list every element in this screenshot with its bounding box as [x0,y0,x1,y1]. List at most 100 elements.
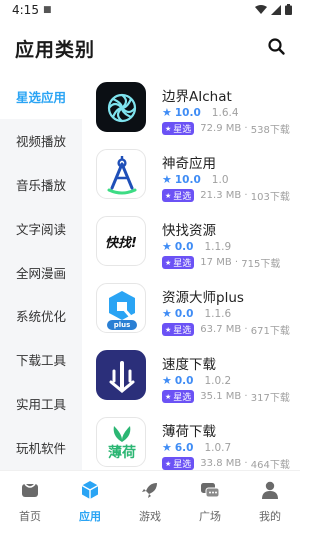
app-meta: ★ 星选 21.3 MB · 103下载 [162,188,290,203]
nav-apps[interactable]: 应用 [60,471,120,533]
home-icon [22,483,38,497]
star-badge-icon: ★ [165,325,172,334]
app-downloads: 715下载 [241,259,281,270]
star-icon: ★ [162,441,172,454]
star-badge-icon: ★ [165,124,172,133]
app-downloads: 671下载 [250,326,290,337]
app-size: 72.9 MB [200,123,242,134]
app-icon [96,350,146,400]
badge-label: 星选 [173,393,192,403]
app-icon-text: 快找! [105,235,137,251]
app-rating: ★ 10.0 1.0 [162,173,229,186]
sidebar-item-starred[interactable]: 星选应用 [0,75,82,119]
app-row[interactable]: 边界AIchat ★ 10.0 1.6.4 ★ 星选 72.9 MB · 538下… [96,82,300,148]
person-icon [262,481,278,499]
app-name: 速度下载 [162,357,216,373]
sidebar-item-label: 下载工具 [16,353,67,369]
app-meta: ★ 星选 35.1 MB · 317下载 [162,389,290,404]
star-badge-icon: ★ [165,392,172,401]
app-size: 63.7 MB [200,324,242,335]
search-button[interactable] [266,36,288,58]
app-icon-text: plus [113,321,131,329]
sidebar-item-comics[interactable]: 全网漫画 [0,250,82,294]
sidebar-item-label: 视频播放 [16,134,67,150]
nav-label: 广场 [199,510,221,523]
app-downloads: 464下载 [250,460,290,470]
bottom-nav: 首页 应用 游戏 广场 我的 [0,470,300,533]
chat-icon [201,483,220,498]
app-score: 10.0 [174,173,201,186]
sidebar-item-label: 系统优化 [16,309,67,325]
app-meta: ★ 星选 72.9 MB · 538下载 [162,121,290,136]
app-downloads: 103下载 [250,192,290,203]
app-name: 快找资源 [162,223,216,239]
sidebar-item-tweaks[interactable]: 玩机软件 [0,425,82,469]
app-rating: ★ 0.0 1.0.2 [162,374,231,387]
app-meta: ★ 星选 63.7 MB · 671下载 [162,322,290,337]
status-bar: 4:15 ■ [0,0,300,22]
sidebar-item-label: 音乐播放 [16,177,67,193]
app-row[interactable]: 神奇应用 ★ 10.0 1.0 ★ 星选 21.3 MB · 103下载 [96,149,300,215]
meta-separator: · [241,458,251,469]
badge-label: 星选 [173,460,192,470]
app-icon: 快找! [96,216,146,266]
app-list: 边界AIchat ★ 10.0 1.6.4 ★ 星选 72.9 MB · 538下… [82,75,300,470]
sidebar-item-system[interactable]: 系统优化 [0,294,82,338]
badge-label: 星选 [173,125,192,135]
cube-icon [81,481,99,499]
meta-separator: · [241,190,251,201]
nav-label: 应用 [79,510,101,523]
app-downloads: 538下载 [250,125,290,136]
app-row[interactable]: plus 资源大师plus ★ 0.0 1.1.6 ★ 星选 63.7 MB · … [96,283,300,349]
status-time: 4:15 [12,3,39,17]
star-icon: ★ [162,173,172,186]
app-meta: ★ 星选 33.8 MB · 464下载 [162,456,290,470]
app-score: 10.0 [174,106,201,119]
starred-badge: ★ 星选 [162,457,195,470]
nav-games[interactable]: 游戏 [120,471,180,533]
sidebar-item-reading[interactable]: 文字阅读 [0,206,82,250]
star-badge-icon: ★ [165,191,172,200]
nav-home[interactable]: 首页 [0,471,60,533]
sidebar-item-music[interactable]: 音乐播放 [0,163,82,207]
app-rating: ★ 0.0 1.1.6 [162,307,231,320]
meta-separator: · [231,257,242,268]
app-icon [96,149,146,199]
app-score: 0.0 [174,240,194,253]
app-icon [96,82,146,132]
signal-icon [271,4,281,15]
sidebar-item-utility[interactable]: 实用工具 [0,382,82,426]
app-row[interactable]: 速度下载 ★ 0.0 1.0.2 ★ 星选 35.1 MB · 317下载 [96,350,300,416]
starred-badge: ★ 星选 [162,323,195,336]
download-arrow-icon [109,361,135,393]
app-icon: plus [96,283,146,333]
nav-square[interactable]: 广场 [180,471,240,533]
sidebar-item-video[interactable]: 视频播放 [0,119,82,163]
status-icons [255,4,292,15]
sidebar-item-label: 星选应用 [16,90,67,106]
app-name: 边界AIchat [162,89,232,105]
nav-label: 游戏 [139,510,161,523]
badge-label: 星选 [173,192,192,202]
sidebar-item-download[interactable]: 下载工具 [0,338,82,382]
app-version: 1.0 [211,173,229,186]
app-row[interactable]: 薄荷 薄荷下载 ★ 6.0 1.0.7 ★ 星选 33.8 MB · 464下载 [96,417,300,470]
app-score: 6.0 [174,441,194,454]
nav-profile[interactable]: 我的 [240,471,300,533]
app-name: 神奇应用 [162,156,216,172]
app-size: 33.8 MB [200,458,242,469]
star-badge-icon: ★ [165,258,172,267]
app-icon-text: 薄荷 [108,445,136,461]
app-size: 21.3 MB [200,190,242,201]
app-rating: ★ 6.0 1.0.7 [162,441,231,454]
app-row[interactable]: 快找! 快找资源 ★ 0.0 1.1.9 ★ 星选 17 MB · 715下载 [96,216,300,282]
nav-label: 首页 [19,510,41,523]
app-name: 资源大师plus [162,290,244,306]
sidebar-item-label: 玩机软件 [16,440,67,456]
app-rating: ★ 10.0 1.6.4 [162,106,239,119]
star-icon: ★ [162,240,172,253]
badge-label: 星选 [173,326,192,336]
wifi-icon [255,4,267,14]
app-version: 1.6.4 [211,106,239,119]
sidebar-item-label: 文字阅读 [16,221,67,237]
